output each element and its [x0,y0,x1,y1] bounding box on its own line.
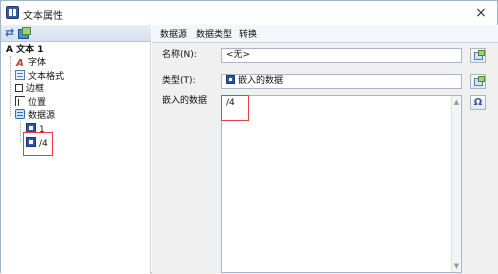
textarea-scrollbar[interactable]: ▲ ▼ [451,96,461,272]
tree-connector [10,56,11,116]
tree-item-datasource[interactable]: 数据源 [15,109,55,122]
tree-toolbar: ⇄ [1,25,151,42]
tree-item-label: 边框 [26,84,45,94]
object-tree-pane: ⇄ A 文本 1 A 字体 文本格式 边框 位置 数据源 1 /4 [1,25,151,274]
tree-item-font[interactable]: A 字体 [15,57,46,70]
tree-root-label: 文本 1 [16,45,44,55]
tab-conversion[interactable]: 转换 [239,29,257,42]
font-icon: A [16,58,24,69]
scroll-down-icon[interactable]: ▼ [452,261,461,271]
name-label: 名称(N): [162,50,197,60]
tree-item-text-format[interactable]: 文本格式 [15,70,64,83]
name-field[interactable]: <无> [221,48,462,63]
type-field[interactable]: 嵌入的数据 [221,74,462,89]
embedded-data-textarea[interactable]: /4 ▲ ▼ [221,95,462,273]
scroll-up-icon[interactable]: ▲ [452,97,461,107]
position-icon [15,96,25,106]
app-icon [6,6,19,19]
title-bar: 文本属性 × [1,1,497,25]
tree-item-label: 文本格式 [28,72,65,82]
root-expander: A [6,45,13,55]
close-button[interactable]: × [471,4,491,22]
edit-name-button[interactable] [470,48,486,63]
text-format-icon [15,70,25,80]
collapse-icon[interactable] [18,27,31,39]
type-value: 嵌入的数据 [238,76,284,86]
embedded-data-icon [226,75,235,84]
type-label: 类型(T): [162,76,196,86]
tab-datasource[interactable]: 数据源 [160,29,187,42]
datasource-icon [15,109,25,119]
tree-root-text1[interactable]: A 文本 1 [6,44,44,57]
tree-connector [20,121,21,142]
edit-icon [474,50,485,60]
tree-item-label: 字体 [28,58,47,68]
embedded-data-label: 嵌入的数据 [162,96,208,106]
tree-item-label: 数据源 [28,111,56,121]
properties-pane: 数据源 数据类型 转换 名称(N): <无> 类型(T): 嵌入的数据 嵌入的数… [152,25,498,274]
tree-item-border[interactable]: 边框 [15,83,44,96]
tab-data-type[interactable]: 数据类型 [196,29,232,42]
tab-strip: 数据源 数据类型 转换 [152,25,498,43]
datasource-form: 名称(N): <无> 类型(T): 嵌入的数据 嵌入的数据 /4 ▲ ▼ Ω [152,43,498,274]
text-properties-dialog: 文本属性 × ⇄ A 文本 1 A 字体 文本格式 边框 位置 数据源 1 /4… [0,0,498,274]
value-highlight-box [221,95,249,121]
window-title: 文本属性 [23,11,63,22]
border-icon [15,84,23,92]
selection-highlight-box [23,132,53,156]
tree-item-position[interactable]: 位置 [15,96,46,109]
expand-all-icon[interactable]: ⇄ [5,27,17,39]
edit-icon [474,76,485,86]
insert-symbol-button[interactable]: Ω [470,95,486,110]
tree-item-label: 位置 [28,98,47,108]
edit-type-button[interactable] [470,74,486,89]
